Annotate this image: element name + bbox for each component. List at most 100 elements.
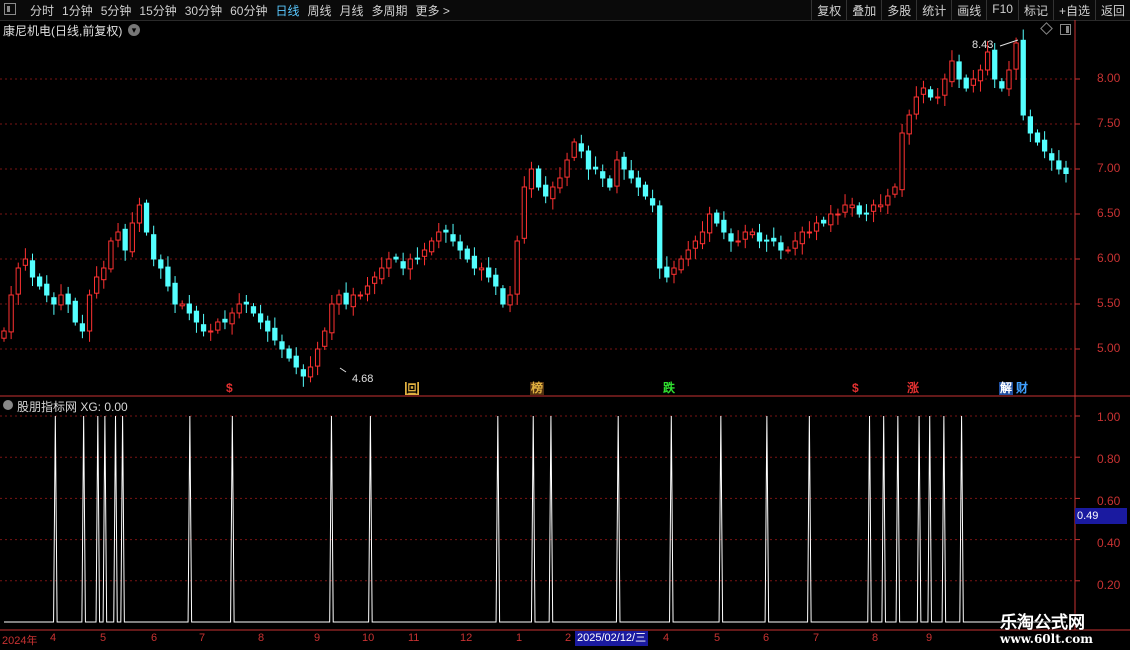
candle-body <box>799 231 805 245</box>
indicator-current-value: 0.49 <box>1075 508 1127 524</box>
indicator-tick: 0.60 <box>1097 494 1121 508</box>
candle-body <box>101 267 107 281</box>
date-label: 5 <box>714 632 721 644</box>
candle-body <box>215 321 221 331</box>
candle-body <box>158 259 164 269</box>
chevron-down-icon[interactable] <box>3 400 13 410</box>
candle-body <box>778 242 784 251</box>
candle-body <box>842 204 848 213</box>
candle-body <box>699 231 706 245</box>
candle-body <box>550 186 556 200</box>
date-label: 5 <box>100 632 107 644</box>
low-marker-arrow <box>339 367 347 373</box>
signal-cai: 财 <box>1016 381 1029 395</box>
candle-body <box>564 159 570 178</box>
candle-body <box>257 313 264 323</box>
candle-body <box>771 237 777 242</box>
candle-body <box>714 212 720 224</box>
candle-body <box>457 241 463 251</box>
candle-body <box>649 198 656 206</box>
candle-body <box>678 258 684 271</box>
candle-body <box>122 228 128 251</box>
candle-body <box>927 89 934 98</box>
candle-body <box>229 312 235 325</box>
signal-die: 跌 <box>663 381 676 395</box>
candle-body <box>585 150 592 170</box>
candle-body <box>443 229 449 233</box>
indicator-line <box>4 415 1066 623</box>
candle-body <box>878 204 884 208</box>
watermark-title: 乐淘公式网 <box>1000 613 1085 633</box>
candle-body <box>222 318 228 323</box>
price-tick: 8.00 <box>1097 71 1121 85</box>
candle-body <box>685 249 691 260</box>
candle-body <box>336 294 342 305</box>
signal-zhang: 涨 <box>907 381 920 395</box>
candle-body <box>108 240 114 270</box>
candle-body <box>899 132 905 191</box>
candle-body <box>379 267 385 280</box>
candle-body <box>949 60 955 83</box>
low-price-marker: 4.68 <box>352 373 374 385</box>
candle-body <box>935 96 941 99</box>
signal-dollar: $ <box>852 381 859 395</box>
candle-body <box>265 320 271 332</box>
chart-canvas[interactable] <box>0 0 1130 650</box>
candle-body <box>186 303 192 314</box>
date-axis: 2024年 4 5 6 7 8 9 10 11 12 1 2 4 5 6 7 8… <box>0 630 1075 650</box>
candle-body <box>821 219 827 224</box>
indicator-tick: 0.40 <box>1097 536 1121 550</box>
candle-body <box>429 240 435 253</box>
candle-body <box>371 276 378 284</box>
candle-body <box>343 292 349 305</box>
candle-body <box>835 213 841 216</box>
candle-body <box>849 204 855 209</box>
candle-body <box>357 294 364 297</box>
indicator-tick: 0.80 <box>1097 452 1121 466</box>
candle-body <box>1034 132 1041 143</box>
candle-body <box>279 341 285 350</box>
date-label: 2 <box>565 632 572 644</box>
candle-body <box>407 258 413 270</box>
candle-body <box>856 205 862 215</box>
candle-body <box>806 231 813 234</box>
candle-body <box>1027 116 1034 134</box>
candle-body <box>578 143 584 152</box>
candle-body <box>272 327 278 341</box>
price-tick: 7.00 <box>1097 161 1121 175</box>
date-label: 8 <box>258 632 265 644</box>
candle-body <box>1041 139 1048 152</box>
candle-body <box>756 232 763 242</box>
candle-body <box>671 267 677 275</box>
candle-body <box>236 303 242 314</box>
indicator-tick: 1.00 <box>1097 410 1121 424</box>
date-label: 6 <box>151 632 158 644</box>
candle-body <box>735 240 741 243</box>
candle-body <box>792 240 798 249</box>
candle-body <box>692 240 699 249</box>
candle-body <box>535 168 542 188</box>
candle-body <box>592 166 599 170</box>
date-label: 7 <box>199 632 206 644</box>
indicator-tick: 0.20 <box>1097 578 1121 592</box>
candle-body <box>350 294 356 308</box>
date-label: 1 <box>516 632 523 644</box>
candle-body <box>870 204 877 212</box>
candle-body <box>15 267 21 295</box>
candle-body <box>8 294 14 333</box>
candle-body <box>970 78 976 86</box>
candle-body <box>1049 153 1055 161</box>
candle-body <box>86 294 93 332</box>
candle-body <box>143 202 150 233</box>
candle-body <box>628 170 634 179</box>
candle-body <box>992 49 998 80</box>
candle-body <box>79 323 86 332</box>
candle-body <box>1056 160 1062 170</box>
watermark-url: www.60lt.com <box>1000 632 1093 646</box>
candle-body <box>393 256 399 260</box>
candle-body <box>129 222 135 253</box>
signal-hui: 回 <box>405 381 420 395</box>
candle-body <box>942 78 948 96</box>
candle-body <box>920 87 927 95</box>
candle-body <box>464 248 470 260</box>
